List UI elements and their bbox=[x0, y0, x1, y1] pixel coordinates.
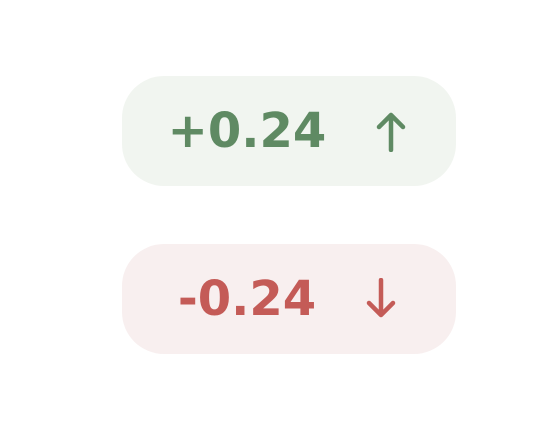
increase-badge: +0.24 bbox=[122, 76, 456, 186]
arrow-down-icon bbox=[362, 277, 400, 321]
canvas: +0.24 -0.24 bbox=[0, 0, 560, 446]
decrease-value: -0.24 bbox=[177, 271, 317, 327]
arrow-up-icon bbox=[372, 109, 410, 153]
increase-value: +0.24 bbox=[167, 103, 327, 159]
decrease-badge: -0.24 bbox=[122, 244, 456, 354]
